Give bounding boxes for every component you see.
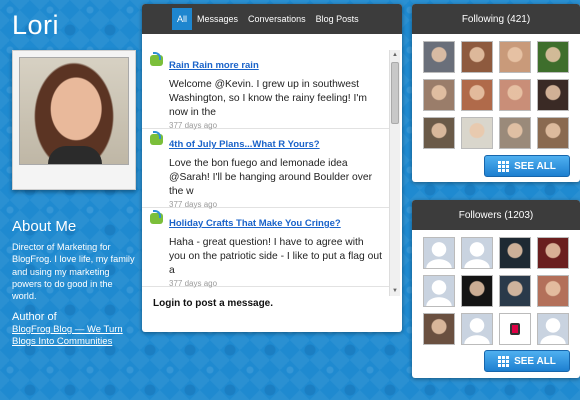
scroll-thumb[interactable]	[391, 62, 399, 124]
follower-avatar[interactable]	[537, 313, 569, 345]
messages-tabbar: All Messages Conversations Blog Posts	[142, 4, 402, 34]
following-avatar[interactable]	[537, 41, 569, 73]
following-avatar[interactable]	[499, 41, 531, 73]
blog-logo-icon	[510, 323, 520, 335]
post-body: Welcome @Kevin. I grew up in southwest W…	[169, 79, 367, 118]
following-avatar[interactable]	[423, 79, 455, 111]
followers-avatar-grid	[412, 230, 580, 345]
follower-avatar[interactable]	[499, 275, 531, 307]
message-feed: Rain Rain more rain Welcome @Kevin. I gr…	[142, 50, 390, 296]
about-me-text: Director of Marketing for BlogFrog. I lo…	[12, 242, 135, 302]
list-item: 4th of July Plans...What R Yours? Love t…	[142, 129, 390, 209]
list-item: Holiday Crafts That Make You Cringe? Hah…	[142, 208, 390, 288]
tab-blog-posts[interactable]: Blog Posts	[311, 8, 364, 30]
follower-avatar[interactable]	[499, 313, 531, 345]
post-body: Love the bon fuego and lemonade idea @Sa…	[169, 158, 373, 197]
followers-see-all-button[interactable]: SEE ALL	[484, 350, 570, 372]
following-avatar[interactable]	[461, 117, 493, 149]
follower-avatar[interactable]	[537, 237, 569, 269]
profile-photo-frame	[12, 50, 136, 190]
follower-avatar[interactable]	[461, 237, 493, 269]
following-avatar[interactable]	[499, 117, 531, 149]
following-avatar[interactable]	[423, 41, 455, 73]
author-of-label: Author of	[12, 311, 57, 323]
following-avatar[interactable]	[537, 117, 569, 149]
follower-avatar[interactable]	[423, 237, 455, 269]
login-prompt[interactable]: Login to post a message.	[153, 298, 273, 309]
tab-conversations[interactable]: Conversations	[243, 8, 311, 30]
post-timestamp: 377 days ago	[169, 279, 218, 288]
follower-avatar[interactable]	[499, 237, 531, 269]
following-avatar[interactable]	[461, 79, 493, 111]
following-avatar[interactable]	[499, 79, 531, 111]
see-all-label: SEE ALL	[514, 355, 556, 367]
profile-photo	[19, 57, 129, 165]
follower-avatar[interactable]	[461, 275, 493, 307]
author-blog-link[interactable]: BlogFrog Blog — We Turn Blogs Into Commu…	[12, 324, 140, 347]
profile-name: Lori	[12, 10, 60, 40]
follower-avatar[interactable]	[537, 275, 569, 307]
following-avatar[interactable]	[461, 41, 493, 73]
conversation-icon	[150, 210, 163, 224]
about-me-heading: About Me	[12, 218, 77, 235]
tab-all[interactable]: All	[172, 8, 193, 30]
following-avatar-grid	[412, 34, 580, 149]
list-item: Rain Rain more rain Welcome @Kevin. I gr…	[142, 50, 390, 130]
scroll-down-arrow-icon[interactable]: ▼	[390, 286, 400, 296]
grid-icon	[498, 355, 510, 367]
following-avatar[interactable]	[423, 117, 455, 149]
followers-header: Followers (1203)	[412, 200, 580, 230]
post-title-link[interactable]: Holiday Crafts That Make You Cringe?	[169, 218, 341, 230]
following-header: Following (421)	[412, 4, 580, 34]
post-body: Haha - great question! I have to agree w…	[169, 237, 382, 276]
post-title-link[interactable]: Rain Rain more rain	[169, 60, 259, 72]
follower-avatar[interactable]	[423, 275, 455, 307]
followers-panel: Followers (1203) SEE ALL	[412, 200, 580, 378]
see-all-label: SEE ALL	[514, 160, 556, 172]
post-title-link[interactable]: 4th of July Plans...What R Yours?	[169, 139, 320, 151]
following-see-all-button[interactable]: SEE ALL	[484, 155, 570, 177]
grid-icon	[498, 160, 510, 172]
follower-avatar[interactable]	[423, 313, 455, 345]
tab-messages[interactable]: Messages	[192, 8, 243, 30]
messages-panel: All Messages Conversations Blog Posts Ra…	[142, 4, 402, 332]
conversation-icon	[150, 52, 163, 66]
scroll-up-arrow-icon[interactable]: ▲	[390, 50, 400, 60]
feed-scrollbar[interactable]: ▲ ▼	[389, 50, 400, 296]
conversation-icon	[150, 131, 163, 145]
following-panel: Following (421) SEE ALL	[412, 4, 580, 182]
following-avatar[interactable]	[537, 79, 569, 111]
follower-avatar[interactable]	[461, 313, 493, 345]
